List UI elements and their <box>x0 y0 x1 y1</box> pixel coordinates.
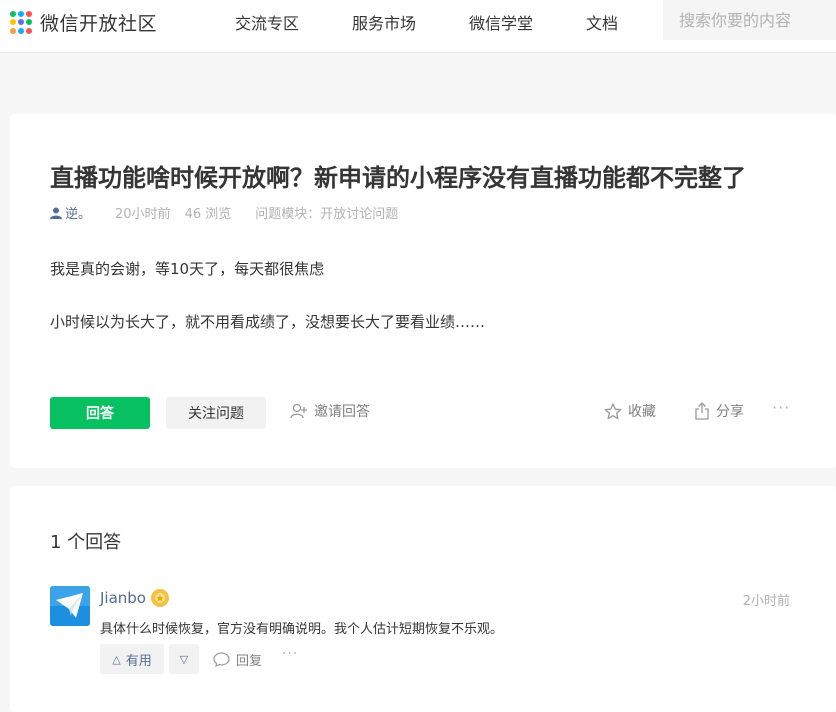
question-card: 直播功能啥时候开放啊？新申请的小程序没有直播功能都不完整了 逆。 20小时前 4… <box>10 114 836 468</box>
comment-icon <box>213 652 230 667</box>
answer-count: 1 个回答 <box>50 532 122 553</box>
question-views: 46 浏览 <box>184 207 232 222</box>
logo-icon <box>10 10 34 35</box>
nav-item-academy[interactable]: 微信学堂 <box>469 10 533 34</box>
search-input[interactable] <box>679 10 829 30</box>
logo-text: 微信开放社区 <box>40 13 158 35</box>
question-author[interactable]: 逆。 <box>50 203 91 222</box>
search-box <box>663 0 836 40</box>
collect-button[interactable]: 收藏 <box>604 401 656 421</box>
answer-button[interactable]: 回答 <box>50 397 150 429</box>
share-button[interactable]: 分享 <box>694 401 744 421</box>
medal-icon <box>151 589 169 607</box>
useful-button[interactable]: △ 有用 <box>100 644 164 674</box>
nav-item-docs[interactable]: 文档 <box>586 10 618 34</box>
question-paragraph: 我是真的会谢，等10天了，每天都很焦虑 <box>50 260 325 278</box>
answer-time: 2小时前 <box>742 594 790 609</box>
question-title: 直播功能啥时候开放啊？新申请的小程序没有直播功能都不完整了 <box>50 164 746 192</box>
useful-label: 有用 <box>125 653 152 669</box>
site-logo[interactable]: 微信开放社区 <box>10 9 157 36</box>
invite-answer-button[interactable]: 邀请回答 <box>290 401 370 421</box>
answer-more-button[interactable]: ··· <box>282 646 298 662</box>
top-header: 微信开放社区 交流专区 服务市场 微信学堂 文档 <box>0 0 836 53</box>
not-useful-button[interactable]: ▽ <box>169 644 199 674</box>
question-meta: 逆。 20小时前 46 浏览 问题模块：开放讨论问题 <box>50 203 398 222</box>
invite-user-icon <box>290 403 307 419</box>
answer-text: 具体什么时候恢复，官方没有明确说明。我个人估计短期恢复不乐观。 <box>100 622 504 637</box>
share-icon <box>695 402 709 420</box>
triangle-up-icon: △ <box>112 652 121 666</box>
invite-label: 邀请回答 <box>314 404 370 420</box>
nav-item-service-market[interactable]: 服务市场 <box>352 10 416 34</box>
reply-button[interactable]: 回复 <box>213 650 262 669</box>
paper-plane-icon <box>50 586 90 626</box>
question-module: 问题模块：开放讨论问题 <box>255 207 399 222</box>
avatar[interactable] <box>50 586 90 626</box>
nav-item-exchange[interactable]: 交流专区 <box>235 10 299 34</box>
author-name: 逆。 <box>65 207 92 222</box>
question-time: 20小时前 <box>115 207 171 222</box>
answers-card: 1 个回答 Jianbo 2小时前 具体什么时候恢复，官方没有明确说明。我个人估… <box>10 486 836 712</box>
reply-label: 回复 <box>236 654 263 669</box>
triangle-down-icon: ▽ <box>179 652 189 666</box>
answer-author[interactable]: Jianbo <box>100 589 169 607</box>
more-actions-button[interactable]: ··· <box>772 398 790 417</box>
answer-author-name: Jianbo <box>100 589 146 607</box>
share-label: 分享 <box>716 404 744 420</box>
follow-question-button[interactable]: 关注问题 <box>166 397 266 429</box>
user-icon <box>50 207 62 219</box>
question-paragraph: 小时候以为长大了，就不用看成绩了，没想要长大了要看业绩…… <box>50 313 486 331</box>
star-icon <box>604 402 622 419</box>
collect-label: 收藏 <box>628 404 656 420</box>
